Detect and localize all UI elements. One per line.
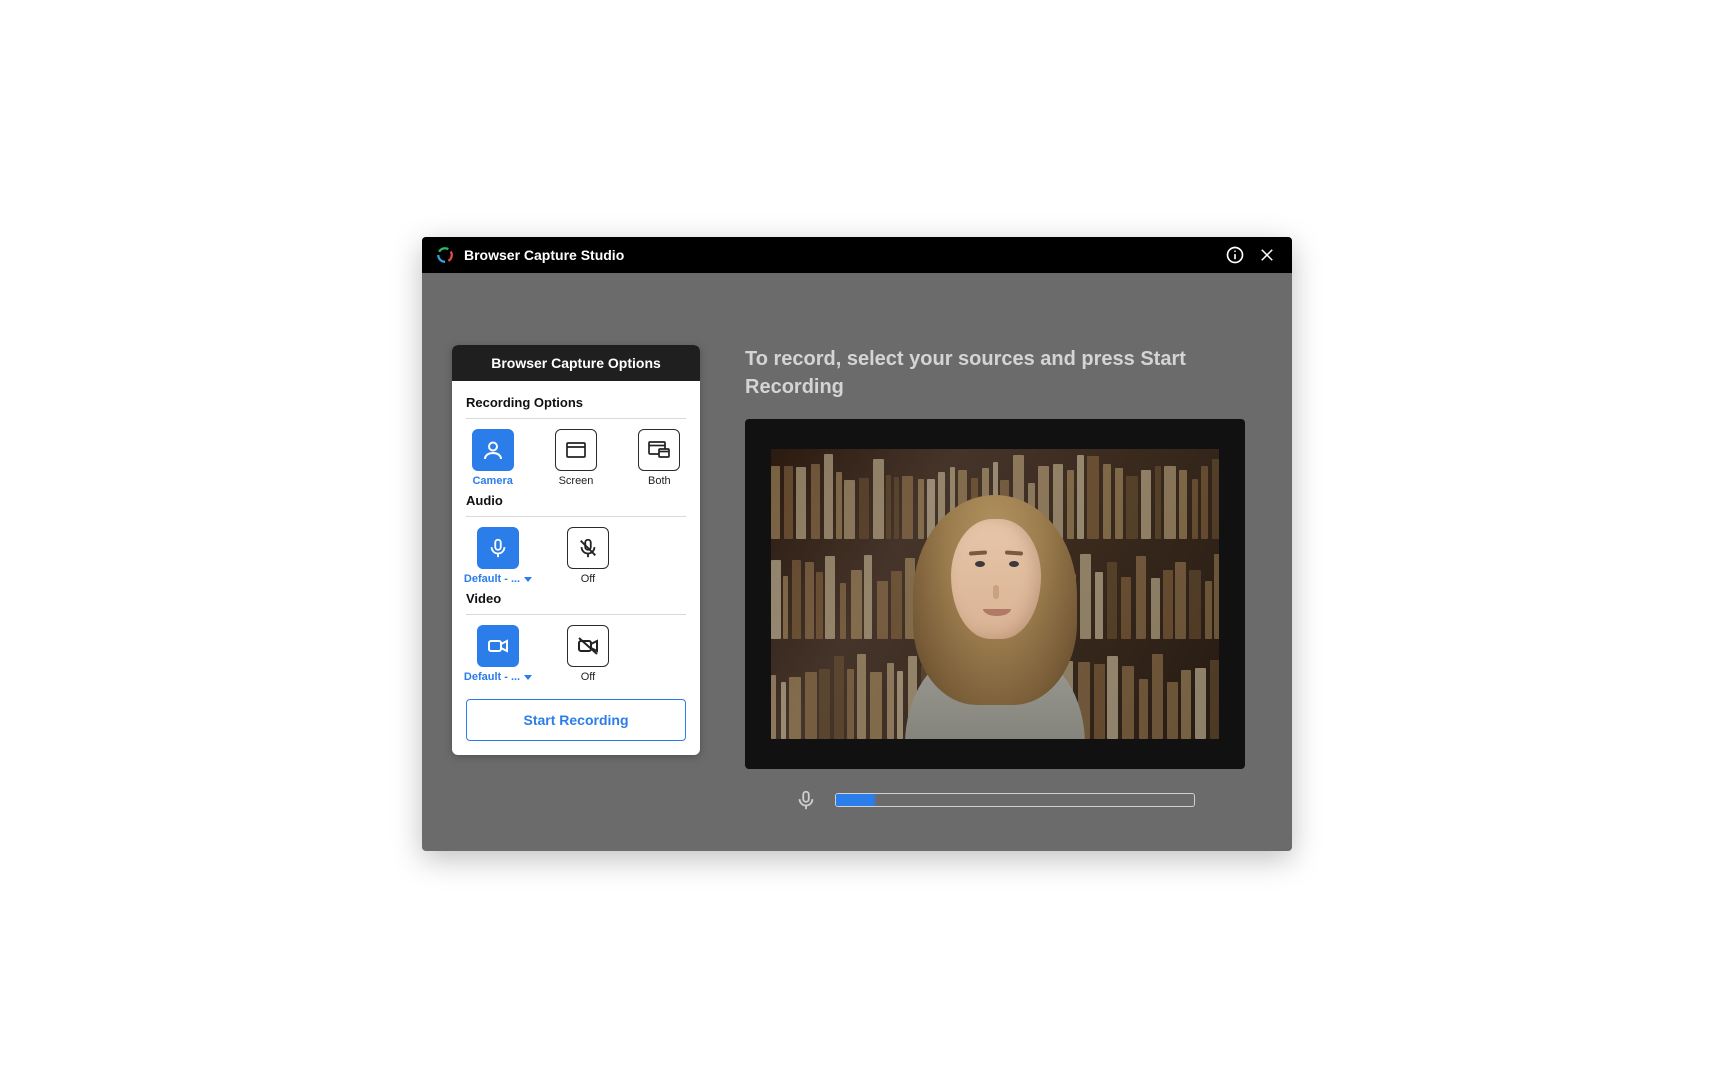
recording-options-label: Recording Options	[466, 395, 686, 410]
audio-option-default[interactable]: Default - ...	[466, 527, 530, 585]
chevron-down-icon	[524, 675, 532, 680]
panel-header: Browser Capture Options	[452, 345, 700, 381]
microphone-icon	[477, 527, 519, 569]
microphone-level-icon	[795, 789, 817, 811]
video-camera-icon	[477, 625, 519, 667]
app-window: Browser Capture Studio Browser Capture O…	[422, 237, 1292, 851]
camera-preview-image	[771, 449, 1219, 739]
camera-preview	[745, 419, 1245, 769]
camera-label: Camera	[472, 475, 512, 487]
video-camera-off-icon	[567, 625, 609, 667]
audio-option-off[interactable]: Off	[560, 527, 616, 585]
titlebar: Browser Capture Studio	[422, 237, 1292, 273]
close-icon[interactable]	[1256, 244, 1278, 266]
video-options-row: Default - ... Off	[466, 625, 686, 683]
divider	[466, 614, 686, 615]
video-option-off[interactable]: Off	[560, 625, 616, 683]
recording-option-screen[interactable]: Screen	[549, 429, 602, 487]
app-title: Browser Capture Studio	[464, 247, 1214, 263]
screen-label: Screen	[559, 475, 594, 487]
video-default-text: Default - ...	[464, 671, 520, 683]
camera-icon	[472, 429, 514, 471]
audio-options-row: Default - ... Off	[466, 527, 686, 585]
content-area: Browser Capture Options Recording Option…	[422, 273, 1292, 851]
recording-option-both[interactable]: Both	[633, 429, 686, 487]
app-logo-icon	[436, 246, 454, 264]
recording-option-camera[interactable]: Camera	[466, 429, 519, 487]
video-label: Video	[466, 591, 686, 606]
mic-level-meter	[835, 793, 1195, 807]
options-panel: Browser Capture Options Recording Option…	[452, 345, 700, 755]
screen-icon	[555, 429, 597, 471]
video-default-label: Default - ...	[464, 671, 532, 683]
video-off-label: Off	[581, 671, 595, 683]
audio-default-text: Default - ...	[464, 573, 520, 585]
video-option-default[interactable]: Default - ...	[466, 625, 530, 683]
info-icon[interactable]	[1224, 244, 1246, 266]
both-icon	[638, 429, 680, 471]
recording-options-row: Camera Screen	[466, 429, 686, 487]
microphone-off-icon	[567, 527, 609, 569]
audio-default-label: Default - ...	[464, 573, 532, 585]
mic-level-fill	[836, 794, 875, 806]
mic-level-row	[745, 789, 1252, 811]
instruction-text: To record, select your sources and press…	[745, 345, 1252, 401]
audio-off-label: Off	[581, 573, 595, 585]
chevron-down-icon	[524, 577, 532, 582]
divider	[466, 516, 686, 517]
both-label: Both	[648, 475, 671, 487]
start-recording-button[interactable]: Start Recording	[466, 699, 686, 741]
audio-label: Audio	[466, 493, 686, 508]
preview-column: To record, select your sources and press…	[745, 345, 1252, 811]
panel-body: Recording Options Camera	[452, 381, 700, 755]
divider	[466, 418, 686, 419]
